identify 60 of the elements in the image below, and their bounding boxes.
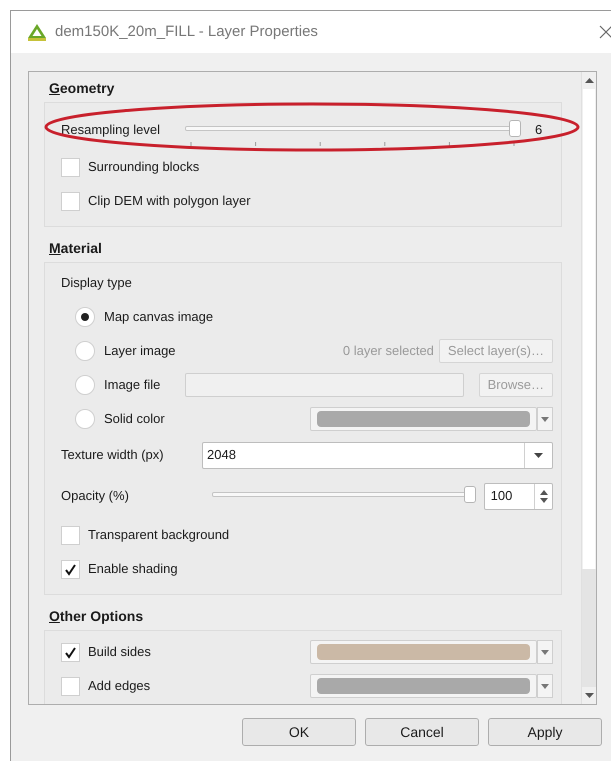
checkbox-label: Build sides (88, 643, 151, 662)
radio-label: Image file (104, 376, 162, 394)
checkbox[interactable] (61, 192, 80, 210)
dropdown-button[interactable] (537, 407, 553, 431)
radio-label: Layer image (104, 342, 177, 360)
close-button[interactable] (597, 23, 611, 41)
caret-icon (534, 452, 543, 458)
caret-icon (541, 684, 549, 688)
check-icon (64, 562, 77, 576)
radio-label: Map canvas image (104, 308, 214, 326)
slider-value: 6 (535, 121, 542, 140)
window-title: dem150K_20m_FILL - Layer Properties (55, 22, 318, 42)
checkbox-label: Enable shading (88, 560, 178, 578)
checkbox-label: Add edges (88, 677, 150, 696)
checkbox[interactable] (61, 642, 80, 662)
checkbox[interactable] (61, 526, 80, 544)
radio-button[interactable] (75, 409, 95, 429)
dialog-button[interactable]: Cancel (365, 718, 479, 746)
status-text: 0 layer selected (342, 342, 434, 360)
field-label: Display type (61, 274, 132, 292)
radio-button[interactable] (75, 341, 95, 361)
slider-thumb[interactable] (509, 120, 521, 137)
section-heading: Other Options (49, 606, 144, 626)
scroll-up-icon (584, 78, 594, 83)
dropdown-field[interactable]: 2048 (202, 442, 553, 468)
scroll-down-icon (584, 693, 594, 698)
caret-icon (541, 416, 549, 422)
spin-value: 100 (490, 487, 514, 506)
radio-button[interactable] (75, 307, 95, 327)
section-heading: Geometry (49, 78, 116, 98)
section-heading: Material (49, 238, 103, 258)
triangle-icon (27, 23, 47, 41)
spin-box[interactable]: 100 (484, 482, 553, 510)
field-label: Opacity (%) (61, 487, 130, 506)
radio-label: Solid color (104, 410, 166, 428)
slider-thumb[interactable] (464, 486, 476, 503)
dropdown-button[interactable] (537, 640, 553, 664)
check-icon (64, 646, 77, 658)
color-button[interactable] (310, 407, 537, 431)
checkbox-label: Surrounding blocks (88, 158, 200, 176)
field-label: Resampling level (61, 121, 161, 140)
scrollbar[interactable] (581, 72, 596, 704)
color-button[interactable] (310, 674, 537, 698)
checkbox-label: Transparent background (88, 526, 230, 544)
close-icon (599, 25, 611, 39)
radio-button[interactable] (75, 375, 95, 395)
dialog-button[interactable]: OK (242, 718, 356, 746)
spin-arrows-icon (540, 490, 548, 502)
dropdown-button[interactable] (537, 674, 553, 698)
color-button[interactable] (310, 640, 537, 664)
checkbox[interactable] (61, 676, 80, 696)
checkbox-label: Clip DEM with polygon layer (88, 192, 251, 210)
checkbox[interactable] (61, 560, 80, 578)
file-path-field[interactable] (185, 373, 464, 397)
field-label: Texture width (px) (61, 446, 165, 464)
caret-icon (541, 650, 549, 654)
scrollbar-thumb[interactable] (583, 89, 595, 569)
dialog-button[interactable]: Apply (488, 718, 602, 746)
checkbox[interactable] (61, 158, 80, 176)
dropdown-value: 2048 (206, 446, 237, 464)
